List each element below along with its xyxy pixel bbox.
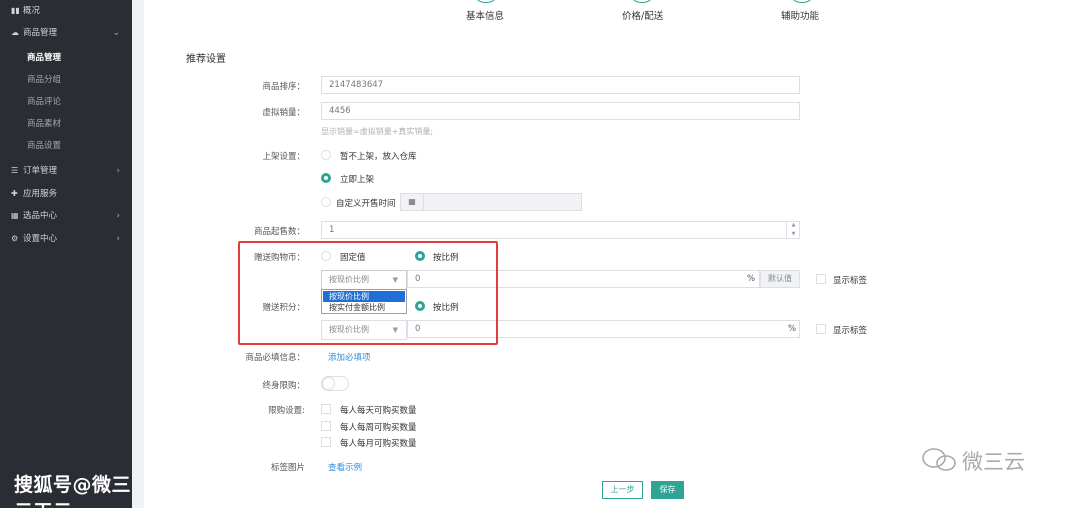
brand-watermark: 微三云: [962, 450, 1025, 474]
lifetime-limit-label: 终身限购：: [262, 381, 305, 391]
sort-input[interactable]: 2147483647: [321, 76, 800, 94]
watermark-text: 搜狐号@微三云王云: [14, 474, 132, 523]
chevron-right-icon: ›: [116, 234, 120, 244]
gift-coin-show-tag-label: 显示标签: [833, 276, 868, 286]
percent-unit: %: [788, 324, 797, 334]
annotation-highlight-box: [238, 241, 498, 345]
cloud-icon: ☁: [11, 28, 19, 37]
gift-points-show-tag-label: 显示标签: [833, 326, 868, 336]
step-basic-info[interactable]: 基本信息: [466, 8, 504, 22]
gift-coin-show-tag-checkbox[interactable]: [816, 274, 826, 284]
list-icon: ☰: [11, 166, 19, 175]
tag-image-label: 标签图片: [270, 463, 305, 473]
sidebar-sub-goods-mgmt[interactable]: 商品管理: [27, 49, 61, 67]
sidebar-item-goods[interactable]: ☁ 商品管理 ⌄: [0, 22, 132, 44]
sidebar-item-settings[interactable]: ⚙ 设置中心 ›: [0, 228, 132, 250]
grid-icon: ▦: [11, 211, 19, 220]
min-qty-input[interactable]: 1: [321, 221, 800, 239]
virtual-sales-hint: 显示销量=虚拟销量+真实销量;: [321, 127, 434, 136]
step-price-shipping[interactable]: 价格/配送: [622, 8, 663, 22]
virtual-sales-input[interactable]: 4456: [321, 102, 800, 120]
sidebar-item-label: 选品中心: [23, 211, 58, 221]
default-value-button[interactable]: 默认值: [760, 270, 800, 288]
prev-step-button[interactable]: 上一步: [602, 481, 643, 499]
sidebar-sub-goods-settings[interactable]: 商品设置: [27, 137, 61, 155]
view-example-link[interactable]: 查看示例: [328, 461, 362, 473]
sidebar-sub-goods-group[interactable]: 商品分组: [27, 71, 61, 89]
step-indicator: [473, 0, 499, 3]
sidebar: ▮▮ 概况 ☁ 商品管理 ⌄ 商品管理 商品分组 商品评论 商品素材 商品设置 …: [0, 0, 132, 523]
virtual-sales-label: 虚拟销量：: [262, 108, 305, 118]
save-button[interactable]: 保存: [651, 481, 684, 499]
limit-daily-label: 每人每天可购买数量: [340, 406, 417, 416]
puzzle-icon: ✚: [11, 189, 18, 198]
sidebar-sub-goods-material[interactable]: 商品素材: [27, 115, 61, 133]
sidebar-item-app-service[interactable]: ✚ 应用服务: [0, 183, 132, 205]
sidebar-item-label: 概况: [23, 6, 41, 16]
sidebar-item-label: 订单管理: [23, 166, 58, 176]
sidebar-gutter: [132, 0, 144, 508]
limit-monthly-label: 每人每月可购买数量: [340, 439, 417, 449]
stepper-icon[interactable]: ▲ ▼: [786, 221, 800, 239]
lifetime-limit-toggle[interactable]: [321, 376, 349, 391]
chevron-right-icon: ›: [116, 211, 120, 221]
limit-daily-checkbox[interactable]: [321, 404, 331, 414]
shelf-option-now: 立即上架: [340, 175, 375, 185]
shelf-radio-now[interactable]: [321, 173, 331, 183]
min-qty-label: 商品起售数：: [253, 227, 305, 237]
sidebar-item-overview[interactable]: ▮▮ 概况: [0, 0, 132, 22]
section-title: 推荐设置: [186, 54, 226, 65]
gear-icon: ⚙: [11, 234, 19, 243]
purchase-limit-label: 限购设置:: [268, 406, 305, 416]
sidebar-sub-goods-comment[interactable]: 商品评论: [27, 93, 61, 111]
sidebar-item-label: 设置中心: [23, 234, 58, 244]
add-required-link[interactable]: 添加必填项: [328, 351, 371, 363]
chevron-right-icon: ›: [116, 166, 120, 176]
wechat-logo-icon: [922, 448, 956, 471]
custom-time-input[interactable]: [424, 193, 582, 211]
step-indicator: [629, 0, 655, 3]
step-auxiliary[interactable]: 辅助功能: [781, 8, 819, 22]
chevron-down-icon: ⌄: [112, 28, 120, 38]
shelf-label: 上架设置：: [262, 152, 305, 162]
sidebar-item-label: 应用服务: [23, 189, 58, 199]
sidebar-item-label: 商品管理: [23, 28, 58, 38]
step-indicator: [789, 0, 815, 3]
limit-weekly-label: 每人每周可购买数量: [340, 423, 417, 433]
gift-points-show-tag-checkbox[interactable]: [816, 324, 826, 334]
sidebar-item-orders[interactable]: ☰ 订单管理 ›: [0, 160, 132, 182]
limit-weekly-checkbox[interactable]: [321, 421, 331, 431]
sort-label: 商品排序：: [262, 82, 305, 92]
shelf-option-warehouse: 暂不上架，放入仓库: [340, 152, 417, 162]
limit-monthly-checkbox[interactable]: [321, 437, 331, 447]
required-info-label: 商品必填信息：: [245, 353, 305, 363]
book-icon: ▮▮: [11, 6, 20, 15]
sidebar-item-selection[interactable]: ▦ 选品中心 ›: [0, 205, 132, 227]
calendar-icon[interactable]: ▦: [400, 193, 424, 211]
shelf-option-custom: 自定义开售时间: [336, 199, 396, 209]
shelf-radio-custom[interactable]: [321, 197, 331, 207]
shelf-radio-warehouse[interactable]: [321, 150, 331, 160]
percent-unit: %: [747, 274, 756, 284]
